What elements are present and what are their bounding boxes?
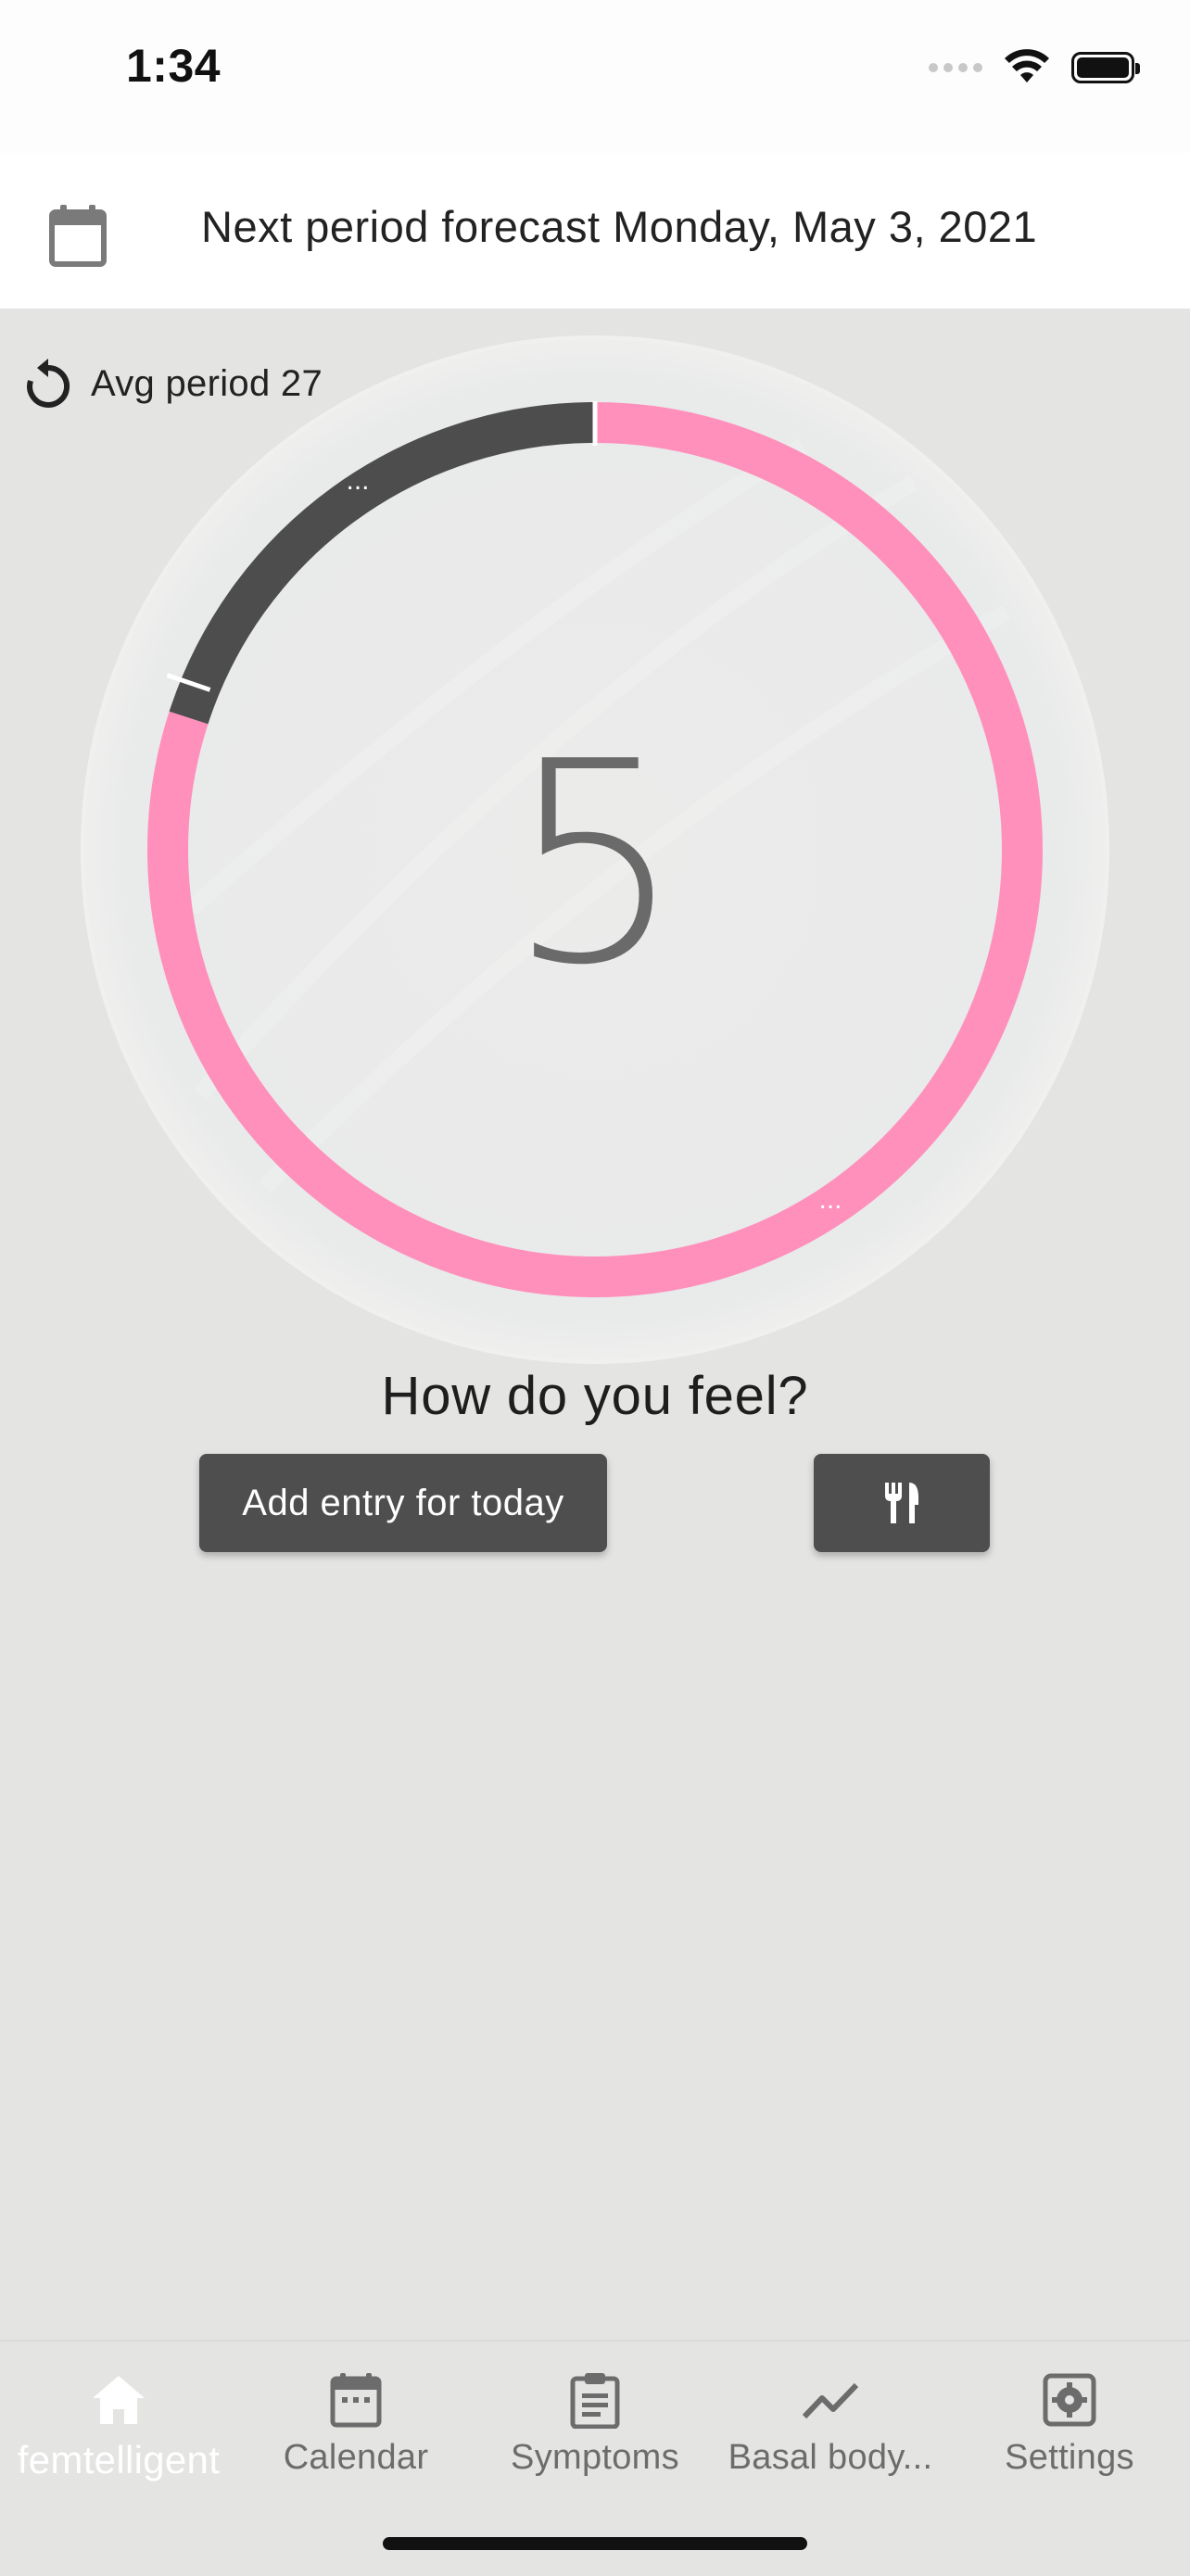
nav-item-basal-body[interactable]: Basal body... [712,2368,949,2478]
battery-icon [1071,52,1140,83]
nav-label-symptoms: Symptoms [511,2438,679,2477]
main-content: ... ... Avg period 27 5 How do you feel?… [0,309,1190,2340]
gear-icon [1043,2373,1096,2427]
food-button[interactable] [814,1454,990,1552]
status-time: 1:34 [126,40,222,92]
calendar-icon [330,2373,382,2428]
trend-icon [802,2382,859,2419]
nav-item-home[interactable]: femtelligent [0,2368,237,2482]
refresh-icon [27,359,70,408]
home-indicator [383,2537,807,2550]
add-entry-button[interactable]: Add entry for today [199,1454,607,1552]
clipboard-icon [570,2373,620,2429]
nav-label-home: femtelligent [17,2438,221,2481]
home-icon [93,2376,145,2424]
app-header: Next period forecast Monday, May 3, 2021 [0,153,1190,309]
status-bar: 1:34 [0,0,1190,153]
avg-period: Avg period 27 [22,357,323,410]
signal-icon [929,63,982,72]
nav-label-calendar: Calendar [283,2438,429,2477]
how-do-you-feel-title: How do you feel? [381,1366,809,1426]
wifi-icon [1005,49,1049,82]
nav-item-calendar[interactable]: Calendar [237,2368,475,2478]
cycle-day-number: 5 [506,702,684,1026]
nav-label-basal-body: Basal body... [728,2438,933,2477]
calendar-button[interactable] [39,197,117,275]
cycle-marker: ... [818,1184,842,1215]
nav-item-symptoms[interactable]: Symptoms [476,2368,714,2478]
next-period-forecast: Next period forecast Monday, May 3, 2021 [201,202,1038,251]
avg-period-label: Avg period 27 [91,362,323,404]
nav-item-settings[interactable]: Settings [951,2368,1188,2478]
period-marker: ... [346,465,369,496]
calendar-icon [49,205,107,267]
nav-label-settings: Settings [1005,2438,1134,2477]
fork-knife-icon [885,1483,918,1523]
status-icons [929,46,1140,89]
